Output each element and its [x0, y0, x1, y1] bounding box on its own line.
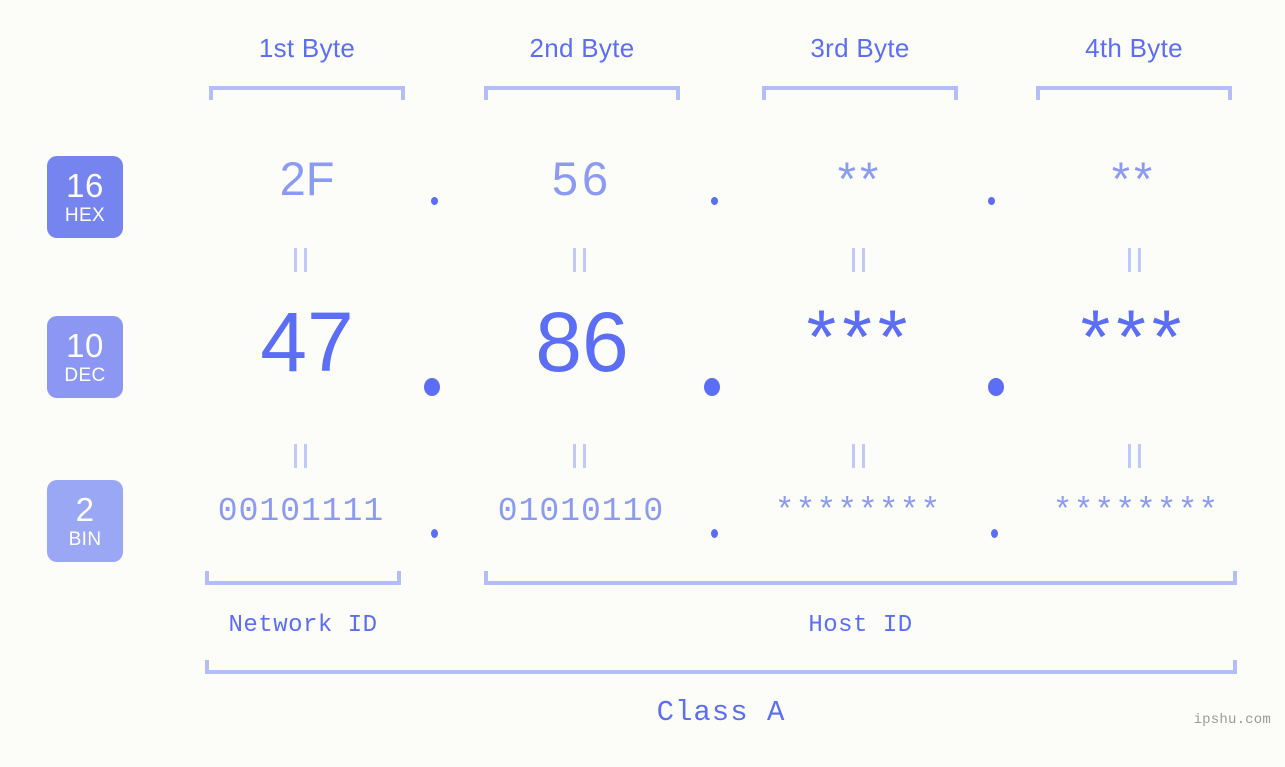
bin-separator-dot-2 — [711, 529, 718, 538]
equality-mark-dec-bin-4 — [1128, 444, 1141, 468]
equality-mark-hex-dec-2 — [573, 248, 586, 272]
equality-mark-hex-dec-4 — [1128, 248, 1141, 272]
class-bracket — [205, 660, 1237, 674]
dec-separator-dot-3 — [988, 378, 1004, 396]
equality-mark-hex-dec-1 — [294, 248, 307, 272]
dec-byte-2-value: 86 — [535, 295, 629, 389]
bin-byte-2-value: 01010110 — [497, 493, 665, 530]
hex-separator-dot-3 — [988, 197, 995, 205]
dec-separator-dot-2 — [704, 378, 720, 396]
hex-separator-dot-1 — [431, 197, 438, 205]
radix-badge-dec-number: 10 — [66, 327, 104, 364]
hex-byte-4-value: ** — [1111, 152, 1157, 205]
dec-byte-4-value: *** — [1080, 295, 1188, 380]
network-id-bracket — [205, 571, 401, 585]
byte-bracket-1 — [209, 86, 405, 100]
radix-badge-bin: 2 BIN — [47, 480, 123, 562]
equality-mark-dec-bin-2 — [573, 444, 586, 468]
byte-header-1: 1st Byte — [258, 33, 356, 63]
host-id-label: Host ID — [808, 612, 913, 639]
dec-byte-3-value: *** — [806, 295, 914, 380]
radix-badge-bin-abbr: BIN — [68, 529, 102, 550]
dec-separator-dot-1 — [424, 378, 440, 396]
host-id-bracket — [484, 571, 1237, 585]
bin-separator-dot-3 — [991, 529, 998, 538]
byte-header-4: 4th Byte — [1085, 33, 1183, 63]
site-watermark: ipshu.com — [1193, 712, 1271, 728]
bin-byte-4-value: ******** — [1052, 493, 1220, 530]
radix-badge-dec: 10 DEC — [47, 316, 123, 398]
dec-byte-1-value: 47 — [260, 295, 354, 389]
bin-separator-dot-1 — [431, 529, 438, 538]
byte-header-2: 2nd Byte — [529, 33, 635, 63]
equality-mark-hex-dec-3 — [852, 248, 865, 272]
byte-bracket-2 — [484, 86, 680, 100]
bin-byte-1-value: 00101111 — [217, 493, 385, 530]
bin-byte-3-value: ******** — [774, 493, 942, 530]
class-label: Class A — [656, 696, 786, 729]
radix-badge-hex-abbr: HEX — [64, 205, 106, 226]
radix-badge-dec-abbr: DEC — [64, 365, 106, 386]
hex-byte-2-value: 56 — [551, 152, 613, 205]
hex-byte-1-value: 2F — [279, 152, 335, 205]
network-id-label: Network ID — [228, 612, 378, 639]
hex-byte-3-value: ** — [837, 152, 883, 205]
radix-badge-hex-number: 16 — [66, 167, 104, 204]
equality-mark-dec-bin-3 — [852, 444, 865, 468]
hex-separator-dot-2 — [711, 197, 718, 205]
byte-header-3: 3rd Byte — [810, 33, 910, 63]
equality-mark-dec-bin-1 — [294, 444, 307, 468]
radix-badge-bin-number: 2 — [75, 491, 95, 528]
byte-bracket-3 — [762, 86, 958, 100]
byte-bracket-4 — [1036, 86, 1232, 100]
radix-badge-hex: 16 HEX — [47, 156, 123, 238]
ip-breakdown-diagram: 1st Byte 2nd Byte 3rd Byte 4th Byte 16 H… — [0, 0, 1285, 767]
